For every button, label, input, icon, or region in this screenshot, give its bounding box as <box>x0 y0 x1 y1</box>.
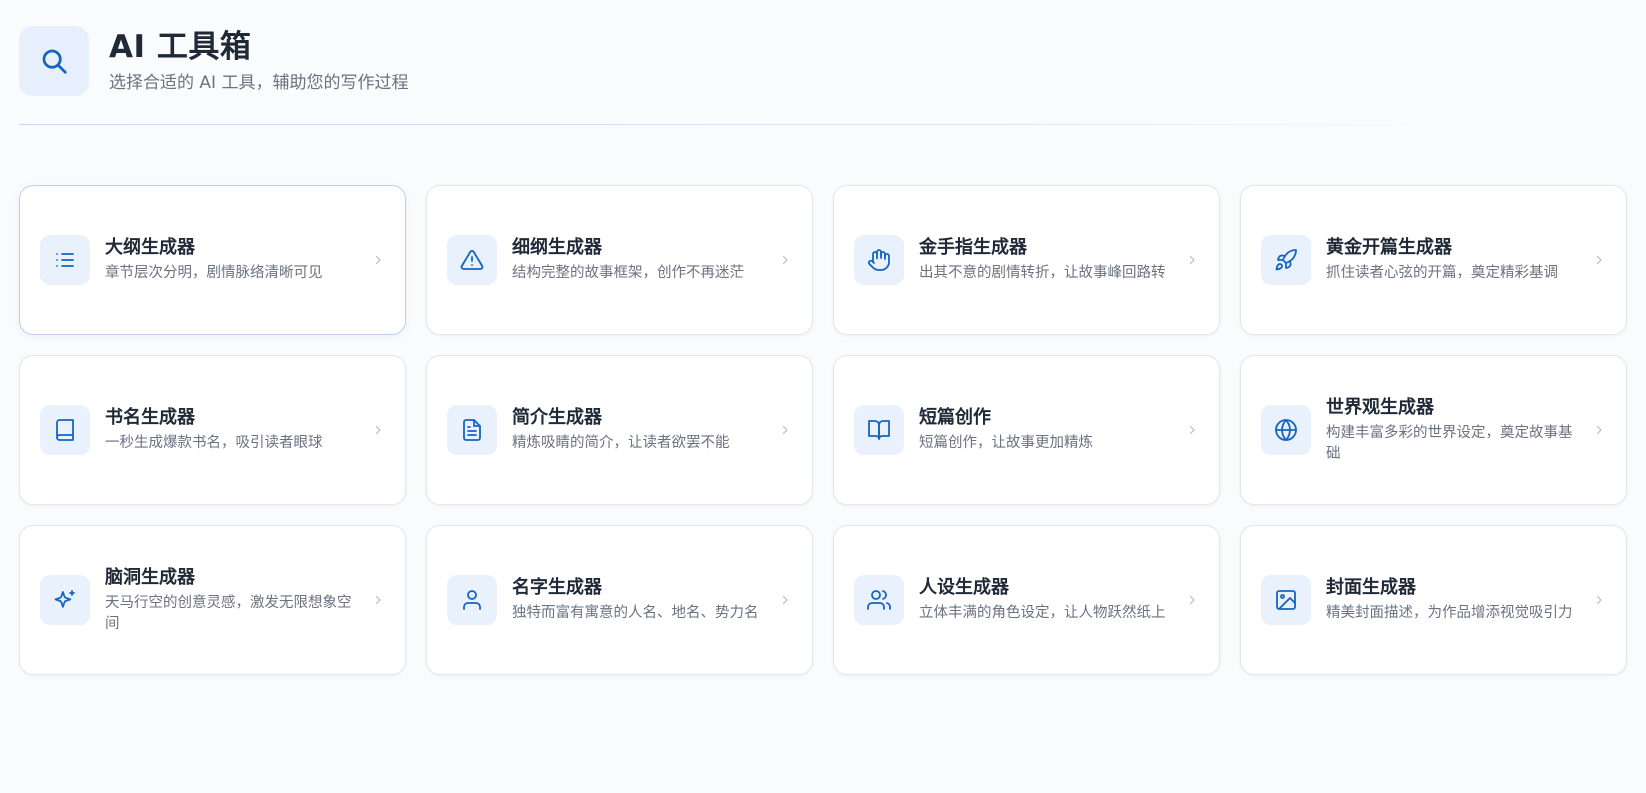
tool-title: 短篇创作 <box>919 407 991 428</box>
tool-description: 构建丰富多彩的世界设定，奠定故事基础 <box>1326 424 1573 462</box>
tool-card-body: 封面生成器精美封面描述，为作品增添视觉吸引力 <box>1326 576 1580 624</box>
tool-description: 精美封面描述，为作品增添视觉吸引力 <box>1326 605 1573 621</box>
tool-card[interactable]: 简介生成器精炼吸睛的简介，让读者欲罢不能 <box>426 355 813 505</box>
image-icon <box>1261 575 1311 625</box>
tool-card[interactable]: 金手指生成器出其不意的剧情转折，让故事峰回路转 <box>833 185 1220 335</box>
header-divider <box>19 124 1459 125</box>
search-icon <box>19 26 89 96</box>
tool-card[interactable]: 短篇创作短篇创作，让故事更加精炼 <box>833 355 1220 505</box>
chevron-right-icon <box>371 254 385 266</box>
users-icon <box>854 575 904 625</box>
tool-card-body: 大纲生成器章节层次分明，剧情脉络清晰可见 <box>105 236 359 284</box>
tool-description: 天马行空的创意灵感，激发无限想象空间 <box>105 594 352 632</box>
page-header: AI 工具箱 选择合适的 AI 工具，辅助您的写作过程 <box>19 26 408 96</box>
tool-title: 书名生成器 <box>105 407 195 428</box>
tool-card[interactable]: 大纲生成器章节层次分明，剧情脉络清晰可见 <box>19 185 406 335</box>
chevron-right-icon <box>778 254 792 266</box>
tool-card[interactable]: 封面生成器精美封面描述，为作品增添视觉吸引力 <box>1240 525 1627 675</box>
tool-title: 世界观生成器 <box>1326 396 1434 418</box>
page-title: AI 工具箱 <box>109 29 252 65</box>
tool-card[interactable]: 名字生成器独特而富有寓意的人名、地名、势力名 <box>426 525 813 675</box>
chevron-right-icon <box>1185 594 1199 606</box>
book-open-icon <box>854 405 904 455</box>
tool-card-body: 脑洞生成器天马行空的创意灵感，激发无限想象空间 <box>105 566 359 635</box>
tool-description: 一秒生成爆款书名，吸引读者眼球 <box>105 435 323 451</box>
tool-title: 名字生成器 <box>512 577 602 598</box>
tool-card[interactable]: 黄金开篇生成器抓住读者心弦的开篇，奠定精彩基调 <box>1240 185 1627 335</box>
chevron-right-icon <box>371 424 385 436</box>
chevron-right-icon <box>1185 254 1199 266</box>
hand-icon <box>854 235 904 285</box>
chevron-right-icon <box>371 594 385 606</box>
tool-card[interactable]: 世界观生成器构建丰富多彩的世界设定，奠定故事基础 <box>1240 355 1627 505</box>
page-subtitle: 选择合适的 AI 工具，辅助您的写作过程 <box>109 73 409 93</box>
tool-description: 独特而富有寓意的人名、地名、势力名 <box>512 605 759 621</box>
tool-card[interactable]: 脑洞生成器天马行空的创意灵感，激发无限想象空间 <box>19 525 406 675</box>
header-text: AI 工具箱 选择合适的 AI 工具，辅助您的写作过程 <box>109 28 408 94</box>
tool-card-body: 书名生成器一秒生成爆款书名，吸引读者眼球 <box>105 406 359 454</box>
tool-title: 黄金开篇生成器 <box>1326 237 1452 258</box>
chevron-right-icon <box>1592 594 1606 606</box>
sparkles-icon <box>40 575 90 625</box>
chevron-right-icon <box>1592 254 1606 266</box>
tool-card-body: 世界观生成器构建丰富多彩的世界设定，奠定故事基础 <box>1326 396 1580 465</box>
tool-title: 细纲生成器 <box>512 237 602 258</box>
tool-title: 封面生成器 <box>1326 577 1416 598</box>
tool-description: 精炼吸睛的简介，让读者欲罢不能 <box>512 435 730 451</box>
chevron-right-icon <box>1592 424 1606 436</box>
tool-description: 结构完整的故事框架，创作不再迷茫 <box>512 265 744 281</box>
tool-description: 章节层次分明，剧情脉络清晰可见 <box>105 265 323 281</box>
tool-title: 简介生成器 <box>512 407 602 428</box>
alert-triangle-icon <box>447 235 497 285</box>
tool-grid: 大纲生成器章节层次分明，剧情脉络清晰可见 细纲生成器结构完整的故事框架，创作不再迷… <box>19 185 1628 675</box>
chevron-right-icon <box>778 594 792 606</box>
chevron-right-icon <box>778 424 792 436</box>
tool-card[interactable]: 细纲生成器结构完整的故事框架，创作不再迷茫 <box>426 185 813 335</box>
tool-title: 脑洞生成器 <box>105 566 195 588</box>
chevron-right-icon <box>1185 424 1199 436</box>
tool-card-body: 名字生成器独特而富有寓意的人名、地名、势力名 <box>512 576 766 624</box>
user-icon <box>447 575 497 625</box>
globe-icon <box>1261 405 1311 455</box>
tool-description: 出其不意的剧情转折，让故事峰回路转 <box>919 265 1166 281</box>
rocket-icon <box>1261 235 1311 285</box>
tool-card-body: 短篇创作短篇创作，让故事更加精炼 <box>919 406 1173 454</box>
list-icon <box>40 235 90 285</box>
file-text-icon <box>447 405 497 455</box>
tool-card-body: 人设生成器立体丰满的角色设定，让人物跃然纸上 <box>919 576 1173 624</box>
tool-card-body: 细纲生成器结构完整的故事框架，创作不再迷茫 <box>512 236 766 284</box>
tool-description: 抓住读者心弦的开篇，奠定精彩基调 <box>1326 265 1558 281</box>
tool-card-body: 金手指生成器出其不意的剧情转折，让故事峰回路转 <box>919 236 1173 284</box>
book-icon <box>40 405 90 455</box>
tool-card[interactable]: 书名生成器一秒生成爆款书名，吸引读者眼球 <box>19 355 406 505</box>
tool-card-body: 黄金开篇生成器抓住读者心弦的开篇，奠定精彩基调 <box>1326 236 1580 284</box>
tool-description: 立体丰满的角色设定，让人物跃然纸上 <box>919 605 1166 621</box>
tool-card[interactable]: 人设生成器立体丰满的角色设定，让人物跃然纸上 <box>833 525 1220 675</box>
tool-card-body: 简介生成器精炼吸睛的简介，让读者欲罢不能 <box>512 406 766 454</box>
tool-title: 大纲生成器 <box>105 237 195 258</box>
tool-title: 金手指生成器 <box>919 237 1027 258</box>
tool-title: 人设生成器 <box>919 577 1009 598</box>
tool-description: 短篇创作，让故事更加精炼 <box>919 435 1093 451</box>
